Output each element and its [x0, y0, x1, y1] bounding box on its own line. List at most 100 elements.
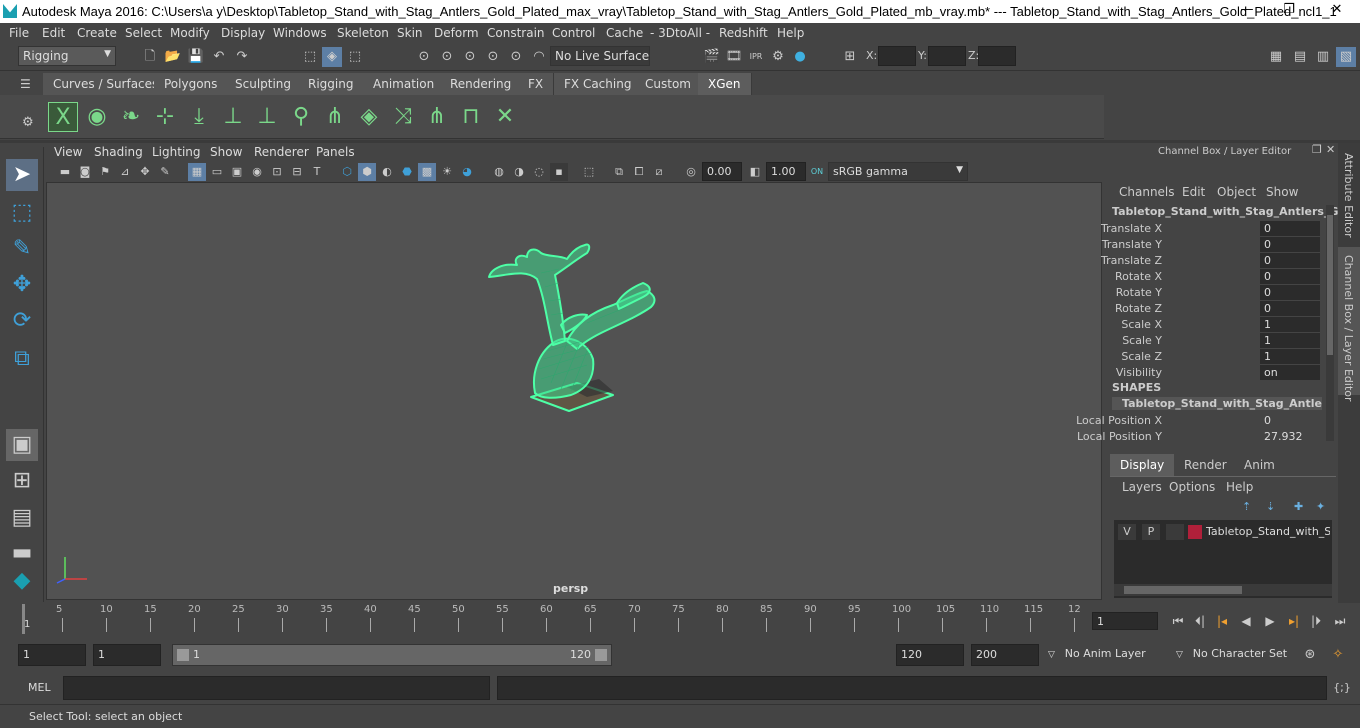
- panel-menu-view[interactable]: View: [54, 145, 82, 159]
- snap-projected-icon[interactable]: ⊙: [483, 47, 503, 67]
- xray-icon[interactable]: ◑: [510, 163, 528, 181]
- select-component-icon[interactable]: ⬚: [345, 47, 365, 67]
- menuset-dropdown[interactable]: Rigging ▼: [18, 46, 116, 66]
- y-field[interactable]: [928, 46, 966, 66]
- two-d-pan-icon[interactable]: ✥: [136, 163, 154, 181]
- image-plane-icon[interactable]: ⊿: [116, 163, 134, 181]
- play-backwards-icon[interactable]: ◀: [1236, 611, 1256, 631]
- anim-layer-dropdown[interactable]: ▽ No Anim Layer: [1044, 644, 1162, 666]
- xgen-leaf-icon[interactable]: ❧: [116, 102, 146, 132]
- menu-create[interactable]: Create: [77, 26, 117, 40]
- layer-tab-display[interactable]: Display: [1110, 454, 1175, 476]
- mel-input[interactable]: [63, 676, 490, 700]
- antler-stand-model[interactable]: [47, 183, 1101, 599]
- panel-menu-shading[interactable]: Shading: [94, 145, 143, 159]
- modeling-toolkit-icon[interactable]: ▦: [1266, 47, 1286, 67]
- gamma-icon[interactable]: ◧: [746, 163, 764, 181]
- step-back-key-icon[interactable]: |◂: [1212, 611, 1232, 631]
- layer-display-type[interactable]: [1166, 524, 1184, 540]
- xgen-sculpt-icon[interactable]: ⊥: [252, 102, 282, 132]
- perspective-viewport[interactable]: persp: [46, 182, 1102, 600]
- render-settings-icon[interactable]: ⚙: [768, 47, 788, 67]
- xgen-layers-icon[interactable]: ◈: [354, 102, 384, 132]
- select-tool-icon[interactable]: ➤: [6, 159, 38, 191]
- animation-preferences-icon[interactable]: ✧: [1328, 645, 1348, 665]
- step-forward-icon[interactable]: |⏵: [1306, 611, 1326, 631]
- attribute-editor-toggle-icon[interactable]: ▤: [1290, 47, 1310, 67]
- channel-value[interactable]: 0: [1260, 413, 1320, 428]
- channel-menu-object[interactable]: Object: [1217, 185, 1256, 199]
- shelf-tab-fx-caching[interactable]: FX Caching: [554, 73, 643, 95]
- xgen-grass-icon[interactable]: ⋔: [320, 102, 350, 132]
- transform-mode-icon[interactable]: ⊞: [840, 47, 860, 67]
- playback-start-field[interactable]: 1: [93, 644, 161, 666]
- channel-rotate-x[interactable]: Rotate X 0: [1104, 269, 1324, 285]
- isolate-select-icon[interactable]: ◍: [490, 163, 508, 181]
- paint-select-tool-icon[interactable]: ✎: [6, 233, 38, 265]
- move-tool-icon[interactable]: ✥: [6, 269, 38, 301]
- channel-value[interactable]: 0: [1260, 237, 1320, 252]
- snap-curve-icon[interactable]: ⊙: [437, 47, 457, 67]
- step-back-icon[interactable]: ⏴|: [1190, 611, 1210, 631]
- shelf-tab-sculpting[interactable]: Sculpting: [225, 73, 303, 95]
- maximize-button[interactable]: ❐: [1274, 2, 1304, 20]
- channel-translate-y[interactable]: Translate Y 0: [1102, 237, 1324, 253]
- xray-components-icon[interactable]: ▪: [550, 163, 568, 181]
- object-name[interactable]: Tabletop_Stand_with_Stag_Antlers_Go...: [1112, 205, 1359, 218]
- snap-view-icon[interactable]: ⊙: [506, 47, 526, 67]
- menu-3dtoall[interactable]: - 3DtoAll -: [650, 26, 710, 40]
- shape-name[interactable]: Tabletop_Stand_with_Stag_Antlers_...: [1112, 397, 1322, 410]
- layer-name[interactable]: Tabletop_Stand_with_Sta: [1206, 525, 1330, 538]
- channel-scrollbar[interactable]: [1326, 205, 1334, 441]
- menu-control[interactable]: Control: [552, 26, 595, 40]
- bookmark-icon[interactable]: ⚑: [96, 163, 114, 181]
- minimize-button[interactable]: —: [1232, 2, 1262, 20]
- menu-skin[interactable]: Skin: [397, 26, 423, 40]
- rotate-tool-icon[interactable]: ⟳: [6, 305, 38, 337]
- grid-icon[interactable]: ▦: [188, 163, 206, 181]
- camera-attributes-icon[interactable]: ◙: [76, 163, 94, 181]
- ipr-render-icon[interactable]: IPR: [746, 47, 766, 67]
- channel-value[interactable]: 0: [1260, 221, 1320, 236]
- single-view-layout-icon[interactable]: ▣: [6, 429, 38, 461]
- field-chart-icon[interactable]: ⊡: [268, 163, 286, 181]
- shelf-menu-icon[interactable]: ☰: [20, 77, 31, 91]
- layer-tab-render[interactable]: Render: [1174, 454, 1237, 476]
- range-handle-start[interactable]: [177, 649, 189, 661]
- colorspace-dropdown[interactable]: sRGB gamma ▼: [828, 162, 968, 181]
- shelf-tab-rigging[interactable]: Rigging: [298, 73, 365, 95]
- shelf-tab-polygons[interactable]: Polygons: [154, 73, 229, 95]
- play-forwards-icon[interactable]: ▶: [1260, 611, 1280, 631]
- layer-tab-anim[interactable]: Anim: [1234, 454, 1285, 476]
- new-layer-selected-icon[interactable]: ✦: [1316, 500, 1325, 513]
- channel-value[interactable]: 0: [1260, 269, 1320, 284]
- resolution-gate-icon[interactable]: ▣: [228, 163, 246, 181]
- layer-menu-layers[interactable]: Layers: [1122, 480, 1162, 494]
- lasso-tool-icon[interactable]: ⬚: [6, 197, 38, 229]
- channel-value[interactable]: on: [1260, 365, 1320, 380]
- close-button[interactable]: ✕: [1322, 2, 1352, 20]
- shelf-tab-animation[interactable]: Animation: [363, 73, 446, 95]
- gamma-field[interactable]: 1.00: [766, 162, 806, 181]
- xgen-preview-icon[interactable]: ◉: [82, 102, 112, 132]
- channel-scale-z[interactable]: Scale Z 1: [1104, 349, 1324, 365]
- hud-icon[interactable]: ⬚: [580, 163, 598, 181]
- panel-menu-panels[interactable]: Panels: [316, 145, 355, 159]
- range-handle-end[interactable]: [595, 649, 607, 661]
- exposure-field[interactable]: 0.00: [702, 162, 742, 181]
- end-time-field[interactable]: 200: [971, 644, 1039, 666]
- snap-grid-icon[interactable]: ⊙: [414, 47, 434, 67]
- channel-visibility[interactable]: Visibility on: [1104, 365, 1324, 381]
- shadows-icon[interactable]: ☀: [438, 163, 456, 181]
- layer-row[interactable]: V P Tabletop_Stand_with_Sta: [1114, 524, 1332, 542]
- step-forward-key-icon[interactable]: ▸|: [1284, 611, 1304, 631]
- color-management-icon[interactable]: ON: [808, 163, 826, 181]
- current-frame-field[interactable]: 1: [1092, 612, 1158, 630]
- wire-on-shaded-icon[interactable]: ◐: [378, 163, 396, 181]
- textured-icon[interactable]: ⬣: [398, 163, 416, 181]
- channel-translate-x[interactable]: Translate X 0: [1101, 221, 1324, 237]
- shelf-tab-custom[interactable]: Custom: [635, 73, 702, 95]
- safe-action-icon[interactable]: ⊟: [288, 163, 306, 181]
- channel-scale-y[interactable]: Scale Y 1: [1104, 333, 1324, 349]
- menu-windows[interactable]: Windows: [273, 26, 327, 40]
